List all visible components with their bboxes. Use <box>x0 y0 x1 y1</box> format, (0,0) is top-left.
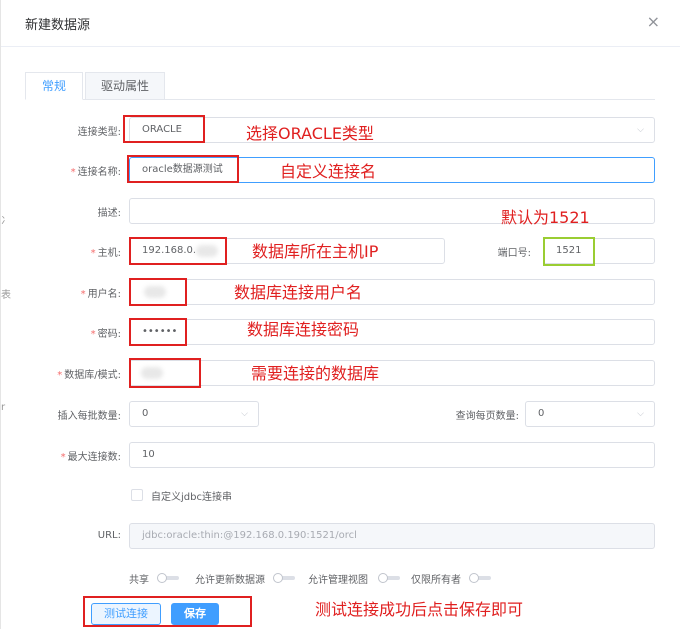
annotation-note-host: 数据库所在主机IP <box>252 242 379 261</box>
max-connections-value: 10 <box>142 449 155 460</box>
database-label: * 数据库/模式: <box>31 366 121 381</box>
user-label-text: 用户名: <box>87 289 121 300</box>
query-page-value: 0 <box>538 408 545 419</box>
custom-jdbc-checkbox[interactable] <box>131 489 143 501</box>
max-connections-label: * 最大连接数: <box>31 448 121 463</box>
chevron-down-icon: ⌵ <box>241 409 248 419</box>
required-mark: * <box>57 370 63 381</box>
share-switch-label: 共享 <box>129 575 149 586</box>
allow-update-switch[interactable] <box>273 573 295 583</box>
allow-view-switch[interactable] <box>378 573 400 583</box>
chevron-down-icon: ⌵ <box>637 125 644 135</box>
custom-jdbc-label: 自定义jdbc连接串 <box>151 492 232 503</box>
new-datasource-dialog: 新建数据源 × 冫 表 r 常规 驱动属性 连接类型: ORACLE ⌵ * 连接… <box>0 0 680 629</box>
required-mark: * <box>90 248 96 259</box>
annotation-box-host <box>129 237 227 265</box>
insert-batch-value: 0 <box>142 408 149 419</box>
allow-update-switch-label: 允许更新数据源 <box>195 575 265 586</box>
tab-general[interactable]: 常规 <box>25 72 83 100</box>
annotation-box-database <box>129 358 201 388</box>
required-mark: * <box>90 329 96 340</box>
query-page-label: 查询每页数量: <box>455 411 519 422</box>
dialog-title: 新建数据源 <box>25 18 91 33</box>
max-connections-label-text: 最大连接数: <box>67 452 121 463</box>
name-label: * 连接名称: <box>41 163 121 178</box>
required-mark: * <box>80 289 86 300</box>
share-switch[interactable] <box>157 573 179 583</box>
host-label: * 主机: <box>41 244 121 259</box>
tab-bar: 常规 驱动属性 <box>25 72 655 100</box>
edge-mark: 表 <box>1 290 11 301</box>
chevron-down-icon: ⌵ <box>637 409 644 419</box>
required-mark: * <box>60 452 66 463</box>
port-label: 端口号: <box>497 248 531 259</box>
type-label: 连接类型: <box>77 127 121 138</box>
password-label: * 密码: <box>41 325 121 340</box>
owner-only-switch[interactable] <box>469 573 491 583</box>
edge-mark: r <box>1 402 6 413</box>
annotation-note-name: 自定义连接名 <box>280 162 377 181</box>
owner-only-switch-label: 仅限所有者 <box>411 575 461 586</box>
annotation-box-name <box>127 155 239 183</box>
type-select[interactable]: ORACLE ⌵ <box>129 117 655 143</box>
annotation-note-password: 数据库连接密码 <box>247 320 360 339</box>
annotation-note-save: 测试连接成功后点击保存即可 <box>315 600 524 619</box>
database-label-text: 数据库/模式: <box>64 370 121 381</box>
annotation-box-port <box>543 237 595 266</box>
annotation-note-port: 默认为1521 <box>501 208 590 227</box>
database-input[interactable] <box>129 360 655 386</box>
password-label-text: 密码: <box>97 329 121 340</box>
header-divider <box>1 46 680 47</box>
annotation-box-buttons <box>83 596 252 627</box>
annotation-box-user <box>129 278 187 306</box>
close-icon[interactable]: × <box>647 14 660 30</box>
annotation-box-type <box>123 115 205 143</box>
annotation-note-database: 需要连接的数据库 <box>251 364 380 383</box>
username-input[interactable] <box>129 279 655 305</box>
url-value: jdbc:oracle:thin:@192.168.0.190:1521/orc… <box>142 530 357 541</box>
desc-label: 描述: <box>97 208 121 219</box>
url-label: URL: <box>97 530 121 541</box>
required-mark: * <box>70 167 76 178</box>
url-input: jdbc:oracle:thin:@192.168.0.190:1521/orc… <box>129 523 655 549</box>
user-label: * 用户名: <box>41 285 121 300</box>
max-connections-input[interactable]: 10 <box>129 442 655 468</box>
query-page-select[interactable]: 0 ⌵ <box>525 401 655 427</box>
annotation-note-type: 选择ORACLE类型 <box>246 124 374 143</box>
allow-view-switch-label: 允许管理视图 <box>308 575 368 586</box>
password-input[interactable]: •••••• <box>129 319 655 345</box>
insert-batch-label: 插入每批数量: <box>57 411 121 422</box>
annotation-box-password <box>129 318 187 346</box>
edge-mark: 冫 <box>1 216 11 227</box>
tab-driver-properties[interactable]: 驱动属性 <box>85 72 165 100</box>
name-label-text: 连接名称: <box>77 167 121 178</box>
annotation-note-user: 数据库连接用户名 <box>234 283 363 302</box>
insert-batch-select[interactable]: 0 ⌵ <box>129 401 259 427</box>
host-label-text: 主机: <box>97 248 121 259</box>
